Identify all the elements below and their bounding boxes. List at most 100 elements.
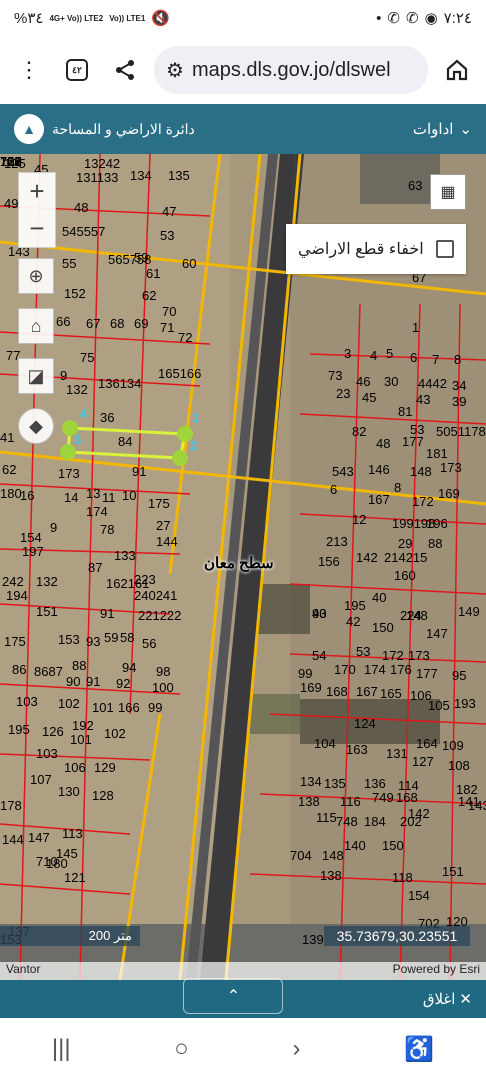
parcel-number[interactable]: 42 [346, 614, 360, 629]
parcel-number[interactable]: 73 [328, 368, 342, 383]
accessibility-icon[interactable]: ♿ [404, 1035, 434, 1064]
parcel-number[interactable]: 88 [428, 536, 442, 551]
parcel-number[interactable]: 63 [408, 178, 422, 193]
parcel-number[interactable]: 36 [100, 410, 114, 425]
parcel-number[interactable]: 221222 [138, 608, 181, 623]
parcel-number[interactable]: 124 [354, 716, 376, 731]
parcel-number[interactable]: 144 [156, 534, 178, 549]
parcel-number[interactable]: 749 [372, 790, 394, 805]
parcel-number[interactable]: 127 [412, 754, 434, 769]
parcel-number[interactable]: 116 [340, 794, 361, 809]
parcel-number[interactable]: 8 [454, 352, 461, 367]
hide-parcels-toggle[interactable]: اخفاء قطع الاراضي [286, 224, 466, 274]
parcel-number[interactable]: 142 [408, 806, 430, 821]
parcel-number[interactable]: 223 [134, 572, 156, 587]
parcel-number[interactable]: 103 [16, 694, 38, 709]
parcel-number[interactable]: 43 [416, 392, 430, 407]
parcel-number[interactable]: 144 [2, 832, 24, 847]
parcel-number[interactable]: 92 [116, 676, 130, 691]
parcel-number[interactable]: 41 [0, 430, 14, 445]
parcel-number[interactable]: 173 [408, 648, 430, 663]
parcel-number[interactable]: 88 [72, 658, 86, 673]
parcel-number[interactable]: 175 [4, 634, 26, 649]
parcel-number[interactable]: 174 [86, 504, 108, 519]
parcel-number[interactable]: 160 [394, 568, 416, 583]
parcel-number[interactable]: 176 [390, 662, 412, 677]
parcel-number[interactable]: 154 [408, 888, 430, 903]
parcel-number[interactable]: 135 [324, 776, 346, 791]
parcel-number[interactable]: 3 [344, 346, 351, 361]
parcel-number[interactable]: 164 [416, 736, 438, 751]
parcel-number[interactable]: 178 [464, 424, 486, 439]
parcel-number[interactable]: 72 [178, 330, 192, 345]
parcel-number[interactable]: 178 [0, 798, 22, 813]
parcel-number[interactable]: 121 [64, 870, 86, 885]
site-settings-icon[interactable]: ⚙ [166, 58, 184, 83]
parcel-number[interactable]: 55 [62, 256, 76, 271]
parcel-number[interactable]: 180 [46, 856, 68, 871]
parcel-number[interactable]: 87 [88, 560, 102, 575]
parcel-number[interactable]: 9 [50, 520, 57, 535]
parcel-number[interactable]: 45 [362, 390, 376, 405]
parcel-number[interactable]: 101 [92, 700, 114, 715]
parcel-number[interactable]: 75 [80, 350, 94, 365]
parcel-number[interactable]: 196 [426, 516, 448, 531]
parcel-number[interactable]: 134 [300, 774, 322, 789]
parcel-number[interactable]: 58 [120, 630, 134, 645]
parcel-number[interactable]: 61 [146, 266, 160, 281]
parcel-number[interactable]: 109 [442, 738, 464, 753]
parcel-number[interactable]: 46 [356, 374, 370, 389]
hide-parcels-checkbox[interactable] [436, 240, 454, 258]
menu-dots-icon[interactable]: ⋮ [10, 51, 48, 89]
parcel-number[interactable]: 108 [448, 758, 470, 773]
parcel-number[interactable]: 95 [452, 668, 466, 683]
parcel-number[interactable]: 132 [66, 382, 88, 397]
parcel-number[interactable]: 128 [92, 788, 114, 803]
parcel-number[interactable]: 240241 [134, 588, 177, 603]
parcel-number[interactable]: 154 [20, 530, 42, 545]
parcel-number[interactable]: 62 [2, 462, 16, 477]
back-icon[interactable]: › [293, 1035, 301, 1063]
parcel-number[interactable]: 99 [148, 700, 162, 715]
parcel-number[interactable]: 48 [376, 436, 390, 451]
parcel-number[interactable]: 131 [386, 746, 408, 761]
parcel-number[interactable]: 6 [330, 482, 337, 497]
parcel-number[interactable]: 11 [102, 490, 116, 505]
parcel-number[interactable]: 153 [58, 632, 80, 647]
parcel-number[interactable]: 148 [322, 848, 344, 863]
parcel-number[interactable]: 138 [320, 868, 342, 883]
parcel-number[interactable]: 103 [36, 746, 58, 761]
parcel-number[interactable]: 16 [20, 488, 34, 503]
parcel-number[interactable]: 151 [36, 604, 58, 619]
parcel-number[interactable]: 60 [182, 256, 196, 271]
parcel-number[interactable]: 192 [72, 718, 94, 733]
parcel-number[interactable]: 138 [298, 794, 320, 809]
parcel-number[interactable]: 66 [56, 314, 70, 329]
parcel-number[interactable]: 143 [468, 798, 486, 813]
parcel-number[interactable]: 136 [364, 776, 386, 791]
parcel-number[interactable]: 180 [0, 486, 22, 501]
parcel-number[interactable]: 118 [392, 870, 413, 885]
parcel-number[interactable]: 184 [364, 814, 386, 829]
parcel-number[interactable]: 10 [122, 488, 136, 503]
parcel-number[interactable]: 4 [370, 348, 377, 363]
parcel-number[interactable]: 147 [28, 830, 50, 845]
parcel-number[interactable]: 543 [332, 464, 354, 479]
parcel-number[interactable]: 133 [114, 548, 136, 563]
parcel-number[interactable]: 13242 [84, 156, 120, 171]
parcel-number[interactable]: 5 [386, 346, 393, 361]
parcel-number[interactable]: 132 [36, 574, 58, 589]
expand-panel-button[interactable]: ⌃ [183, 978, 284, 1014]
parcel-number[interactable]: 149 [458, 604, 480, 619]
parcel-number[interactable]: 91 [100, 606, 114, 621]
parcel-number[interactable]: 195 [344, 598, 366, 613]
parcel-number[interactable]: 59 [104, 630, 118, 645]
parcel-number[interactable]: 8687 [34, 664, 63, 679]
parcel-number[interactable]: 6 [410, 350, 417, 365]
parcel-number[interactable]: 169 [438, 486, 460, 501]
parcel-number[interactable]: 84 [118, 434, 132, 449]
parcel-number[interactable]: 170 [334, 662, 356, 677]
parcel-number[interactable]: 174 [364, 662, 386, 677]
parcel-number[interactable]: 168 [326, 684, 348, 699]
parcel-number[interactable]: 131133 [76, 170, 118, 185]
